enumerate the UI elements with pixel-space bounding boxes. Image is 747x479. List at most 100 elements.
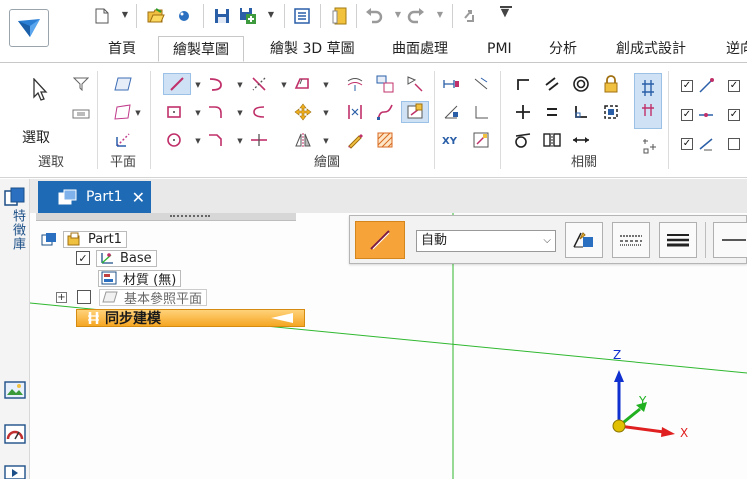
line-type-button[interactable]	[612, 222, 650, 258]
arc-dropdown-arrow[interactable]: ▼	[236, 80, 244, 90]
rectangle-dropdown-arrow[interactable]: ▼	[194, 108, 202, 118]
tab-3d-sketch[interactable]: 繪製 3D 草圖	[270, 36, 355, 62]
intellisketch-endpoint-checkbox[interactable]: ✓	[681, 80, 693, 92]
intellisketch-option-checkbox[interactable]	[728, 138, 740, 150]
connect-relation-button[interactable]	[512, 73, 534, 95]
properties-button[interactable]	[292, 6, 312, 26]
line-width-button[interactable]	[659, 222, 697, 258]
equal-relation-button[interactable]	[541, 101, 563, 123]
arc-tool-button[interactable]	[204, 73, 226, 95]
perpendicular-relation-button[interactable]	[570, 101, 592, 123]
include-button[interactable]	[374, 73, 396, 95]
document-button[interactable]	[330, 6, 350, 26]
save-button[interactable]	[212, 6, 232, 26]
maintain-relationships-button[interactable]	[634, 73, 662, 129]
selection-filter-button[interactable]	[70, 73, 92, 95]
coincident-plane-button[interactable]	[112, 73, 134, 95]
line-projection-button[interactable]	[713, 222, 747, 258]
plane-axes-button[interactable]	[112, 129, 134, 151]
line-dropdown-arrow[interactable]: ▼	[194, 80, 202, 90]
fillet-tool-button[interactable]	[204, 101, 226, 123]
collinear-relation-button[interactable]	[570, 129, 592, 151]
close-icon[interactable]: ✕	[132, 188, 145, 207]
open-button[interactable]	[146, 6, 166, 26]
move-tool-button[interactable]	[292, 101, 314, 123]
line-mode-select[interactable]: 自動 ⌵	[416, 230, 556, 252]
chamfer-tool-button[interactable]	[204, 129, 226, 151]
angle-between-button[interactable]	[440, 101, 462, 123]
xy-coordinate-button[interactable]: XY	[440, 129, 462, 151]
circle-tool-button[interactable]	[163, 129, 185, 151]
intellisketch-option-checkbox[interactable]: ✓	[728, 109, 740, 121]
distance-between-button[interactable]	[470, 73, 492, 95]
library-tab-button[interactable]	[4, 187, 26, 211]
move-dropdown-arrow[interactable]: ▼	[322, 108, 330, 118]
tab-surfacing[interactable]: 曲面處理	[392, 36, 448, 62]
extend-tool-button[interactable]	[248, 101, 270, 123]
view-tab-button[interactable]	[4, 380, 26, 404]
tree-root-node[interactable]: Part1	[63, 230, 127, 248]
intersect-button[interactable]	[404, 73, 426, 95]
ref-planes-visibility-checkbox[interactable]	[77, 290, 91, 304]
tab-reverse[interactable]: 逆向	[726, 36, 747, 62]
redo-dropdown-arrow[interactable]: ▼	[435, 10, 445, 20]
tree-row-base[interactable]: ✓ Base	[76, 249, 157, 267]
selection-options-button[interactable]	[70, 103, 92, 125]
pencil-tool-button[interactable]	[344, 129, 366, 151]
line-color-button[interactable]	[565, 222, 603, 258]
project-to-sketch-button[interactable]	[344, 73, 366, 95]
library-tab-label[interactable]: 特徵庫	[8, 209, 27, 251]
intellisketch-midpoint-checkbox[interactable]: ✓	[681, 109, 693, 121]
circle-dropdown-arrow[interactable]: ▼	[194, 136, 202, 146]
line-tool-button[interactable]	[163, 73, 191, 95]
smart-dimension-button[interactable]	[440, 73, 462, 95]
convert-button[interactable]	[344, 101, 366, 123]
select-tool-button[interactable]	[28, 77, 52, 103]
undo-button[interactable]	[364, 6, 384, 26]
curve-tool-button[interactable]	[374, 101, 396, 123]
offset-tool-button[interactable]	[292, 73, 314, 95]
split-tool-button[interactable]	[248, 129, 270, 151]
coordinate-dimension-button[interactable]	[470, 101, 492, 123]
mirror-tool-button[interactable]	[292, 129, 314, 151]
fillet-dropdown-arrow[interactable]: ▼	[236, 108, 244, 118]
plane-dropdown-arrow[interactable]: ▼	[134, 108, 142, 118]
pane-grip[interactable]	[170, 215, 210, 218]
tangent-relation-button[interactable]	[512, 129, 534, 151]
parallel-relation-button[interactable]	[541, 73, 563, 95]
concentric-relation-button[interactable]	[570, 73, 592, 95]
intellisketch-option-checkbox[interactable]: ✓	[728, 80, 740, 92]
chamfer-dropdown-arrow[interactable]: ▼	[236, 136, 244, 146]
base-visibility-checkbox[interactable]: ✓	[76, 251, 90, 265]
rigid-set-button[interactable]	[600, 101, 622, 123]
synchronous-modeling-bar[interactable]: 同步建模	[76, 309, 305, 327]
tree-root-row[interactable]: Part1	[41, 230, 127, 248]
redo-button[interactable]	[406, 6, 426, 26]
document-tab[interactable]: Part1 ✕	[38, 181, 151, 213]
tree-node-base[interactable]: Base	[96, 249, 157, 267]
save-dropdown-arrow[interactable]: ▼	[266, 10, 276, 20]
trim-tool-button[interactable]	[248, 73, 270, 95]
tree-node-material[interactable]: 材質 (無)	[98, 269, 182, 288]
symmetric-diameter-button[interactable]	[470, 129, 492, 151]
tree-row-material[interactable]: 材質 (無)	[98, 269, 182, 288]
line-step-button[interactable]	[355, 221, 405, 259]
collapse-triangle-icon[interactable]	[270, 312, 294, 324]
tree-row-ref-planes[interactable]: + 基本參照平面	[56, 288, 208, 307]
tab-home[interactable]: 首頁	[108, 36, 136, 62]
offset-dropdown-arrow[interactable]: ▼	[322, 80, 330, 90]
tab-sketch[interactable]: 繪製草圖	[158, 36, 244, 62]
new-document-button[interactable]	[92, 6, 112, 26]
horizontal-vertical-button[interactable]	[512, 101, 534, 123]
lock-relation-button[interactable]	[600, 73, 622, 95]
help-button[interactable]	[174, 6, 194, 26]
tree-node-ref-planes[interactable]: 基本參照平面	[99, 288, 208, 307]
layers-tab-button[interactable]	[4, 423, 26, 449]
new-dropdown-arrow[interactable]: ▼	[120, 10, 130, 20]
intellisketch-tangent-checkbox[interactable]: ✓	[681, 138, 693, 150]
tab-pmi[interactable]: PMI	[487, 36, 512, 62]
undo-dropdown-arrow[interactable]: ▼	[393, 10, 403, 20]
relation-handles-button[interactable]	[638, 135, 660, 157]
construction-toggle-button[interactable]	[401, 101, 429, 123]
expand-toggle[interactable]: +	[56, 291, 67, 303]
